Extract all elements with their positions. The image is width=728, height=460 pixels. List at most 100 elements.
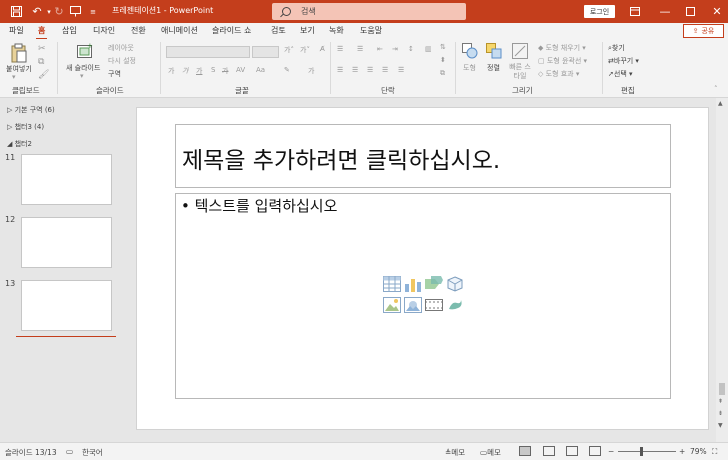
tab-transitions[interactable]: 전환 [131, 25, 146, 36]
align-center-icon[interactable]: ☰ [352, 66, 358, 74]
language-indicator[interactable]: 한국어 [82, 447, 103, 458]
ribbon-display-options-icon[interactable] [620, 0, 650, 23]
content-placeholder[interactable]: • 텍스트를 입력하십시오 [175, 193, 671, 399]
align-left-icon[interactable]: ☰ [337, 66, 343, 74]
quick-styles-label[interactable]: 빠른 스타일 [509, 63, 531, 81]
layout-button[interactable]: 레이아웃 [108, 43, 134, 53]
tab-record[interactable]: 녹화 [329, 25, 344, 36]
bold-icon[interactable]: 가 [168, 66, 174, 76]
select-button[interactable]: ➚선택 ▾ [608, 69, 633, 79]
cut-icon[interactable]: ✂ [38, 44, 46, 54]
maximize-icon[interactable] [675, 0, 705, 23]
columns-icon[interactable]: ▥ [425, 45, 432, 53]
zoom-slider-thumb[interactable] [640, 447, 643, 456]
decrease-font-icon[interactable]: 가˅ [300, 45, 310, 55]
previous-slide-icon[interactable]: ⇞ [718, 398, 723, 405]
justify-icon[interactable]: ☰ [382, 66, 388, 74]
section-header[interactable]: ▷ 챕터3 (4) [7, 122, 44, 132]
scroll-down-icon[interactable]: ▼ [718, 422, 723, 429]
insert-table-icon[interactable] [383, 276, 401, 294]
slide-thumbnail[interactable] [21, 280, 112, 331]
numbering-icon[interactable]: ☰ [357, 45, 363, 53]
zoom-slider[interactable] [618, 451, 676, 452]
slide-thumbnail[interactable] [21, 154, 112, 205]
zoom-in-icon[interactable]: + [679, 447, 685, 456]
tab-help[interactable]: 도움말 [360, 25, 382, 36]
clear-formatting-icon[interactable]: A̸ [320, 45, 325, 53]
search-box[interactable]: 검색 [272, 3, 466, 20]
reset-button[interactable]: 다시 설정 [108, 56, 136, 66]
decrease-indent-icon[interactable]: ⇤ [377, 45, 383, 53]
align-right-icon[interactable]: ☰ [367, 66, 373, 74]
arrange-icon[interactable] [486, 43, 502, 61]
line-spacing-icon[interactable]: ↕ [408, 45, 414, 53]
quick-styles-icon[interactable] [512, 43, 528, 61]
increase-indent-icon[interactable]: ⇥ [392, 45, 398, 53]
tab-animations[interactable]: 애니메이션 [161, 25, 198, 36]
shapes-icon[interactable] [462, 43, 478, 61]
customize-toolbar-icon[interactable]: ≡ [86, 4, 100, 19]
comments-button[interactable]: ▭메모 [480, 447, 501, 458]
insert-stock-images-icon[interactable] [404, 297, 422, 315]
paste-icon[interactable] [11, 43, 27, 65]
increase-font-icon[interactable]: 가˄ [284, 45, 294, 55]
smartart-icon[interactable]: ⧉ [440, 69, 445, 78]
copy-icon[interactable]: ⧉ [38, 57, 44, 67]
paste-label[interactable]: 붙여넣기 [6, 64, 32, 74]
slide-thumbnail[interactable] [21, 217, 112, 268]
insert-icons-icon[interactable] [446, 297, 464, 315]
notes-button[interactable]: ≜메모 [445, 447, 465, 458]
normal-view-icon[interactable] [519, 446, 531, 456]
share-button[interactable]: ⇪ 공유 [683, 24, 724, 38]
insert-chart-icon[interactable] [404, 276, 422, 294]
slide-sorter-icon[interactable] [543, 446, 555, 456]
scroll-up-icon[interactable]: ▲ [718, 100, 723, 107]
present-from-start-icon[interactable] [68, 4, 82, 19]
tab-design[interactable]: 디자인 [93, 25, 115, 36]
save-icon[interactable] [9, 4, 23, 19]
font-color-icon[interactable]: 가 [308, 66, 314, 76]
shapes-label[interactable]: 도형 [463, 63, 476, 73]
font-size-input[interactable] [252, 46, 279, 58]
title-placeholder[interactable]: 제목을 추가하려면 클릭하십시오. [175, 124, 671, 188]
collapse-ribbon-icon[interactable]: ˄ [714, 85, 718, 93]
character-spacing-icon[interactable]: AV [236, 66, 245, 74]
text-direction-icon[interactable]: ⇅ [440, 43, 446, 51]
find-button[interactable]: ⌕찾기 [608, 43, 625, 53]
tab-view[interactable]: 보기 [300, 25, 315, 36]
section-header[interactable]: ◢ 챕터2 [7, 139, 32, 149]
replace-button[interactable]: ⇄바꾸기 ▾ [608, 56, 639, 66]
zoom-level[interactable]: 79% [690, 447, 707, 456]
align-text-icon[interactable]: ⬍ [440, 56, 446, 64]
shape-fill-button[interactable]: ◆ 도형 채우기 ▾ [538, 43, 586, 53]
tab-review[interactable]: 검토 [271, 25, 286, 36]
insert-picture-icon[interactable] [383, 297, 401, 315]
strikethrough-icon[interactable]: 가 [222, 66, 228, 76]
font-name-input[interactable] [166, 46, 250, 58]
accessibility-icon[interactable]: ▭ [66, 447, 73, 456]
section-header[interactable]: ▷ 기본 구역 (6) [7, 105, 55, 115]
zoom-out-icon[interactable]: − [608, 447, 614, 456]
insert-3d-model-icon[interactable] [446, 276, 464, 294]
next-slide-icon[interactable]: ⇟ [718, 410, 723, 417]
scrollbar-thumb[interactable] [719, 383, 725, 395]
shape-outline-button[interactable]: ▢ 도형 윤곽선 ▾ [538, 56, 587, 66]
new-slide-icon[interactable]: + [77, 42, 93, 62]
shadow-icon[interactable]: S [211, 66, 215, 74]
change-case-icon[interactable]: Aa [256, 66, 265, 74]
login-button[interactable]: 로그인 [584, 5, 615, 18]
close-icon[interactable]: ✕ [702, 0, 728, 23]
paste-dropdown-icon[interactable]: ▾ [12, 73, 16, 81]
insert-video-icon[interactable] [425, 297, 443, 315]
slideshow-view-icon[interactable] [589, 446, 601, 456]
arrange-label[interactable]: 정렬 [487, 63, 500, 73]
new-slide-dropdown-icon[interactable]: ▾ [80, 72, 84, 80]
reading-view-icon[interactable] [566, 446, 578, 456]
tab-insert[interactable]: 삽입 [62, 25, 77, 36]
tab-home[interactable]: 홈 [35, 25, 48, 40]
highlight-icon[interactable]: ✎ [284, 66, 290, 74]
section-button[interactable]: 구역 [108, 69, 121, 79]
italic-icon[interactable]: 가 [182, 66, 188, 76]
insert-smartart-icon[interactable] [425, 276, 443, 294]
vertical-scrollbar[interactable]: ▲ ⇞ ⇟ ▼ [716, 98, 728, 442]
